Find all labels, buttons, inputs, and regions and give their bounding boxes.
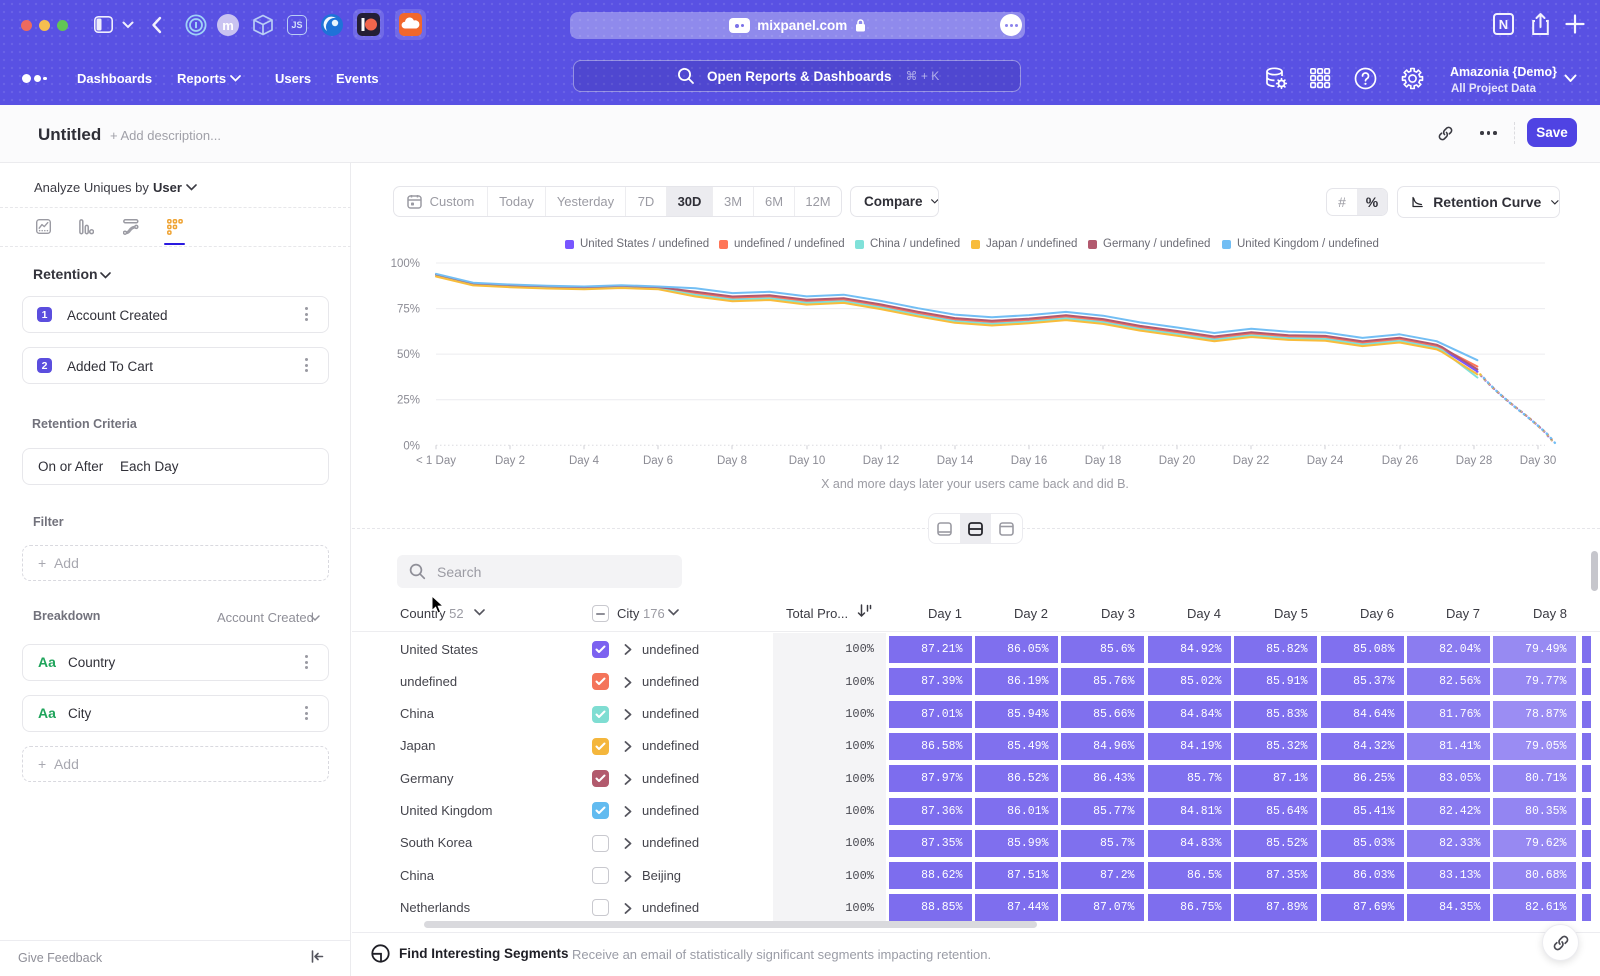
- svg-text:Day 18: Day 18: [1085, 455, 1121, 467]
- svg-text:Day 2: Day 2: [495, 455, 525, 467]
- svg-text:< 1 Day: < 1 Day: [416, 455, 456, 467]
- svg-text:Day 30: Day 30: [1520, 455, 1556, 467]
- svg-text:Day 6: Day 6: [643, 455, 673, 467]
- svg-text:Day 16: Day 16: [1011, 455, 1047, 467]
- svg-text:Day 24: Day 24: [1307, 455, 1344, 467]
- svg-text:25%: 25%: [397, 395, 420, 407]
- svg-text:100%: 100%: [391, 258, 420, 270]
- svg-text:Day 12: Day 12: [863, 455, 899, 467]
- svg-text:75%: 75%: [397, 304, 420, 316]
- svg-text:Day 20: Day 20: [1159, 455, 1195, 467]
- svg-text:Day 22: Day 22: [1233, 455, 1269, 467]
- svg-text:50%: 50%: [397, 349, 420, 361]
- svg-text:Day 28: Day 28: [1456, 455, 1492, 467]
- svg-text:Day 26: Day 26: [1382, 455, 1418, 467]
- svg-text:Day 8: Day 8: [717, 455, 747, 467]
- svg-text:Day 14: Day 14: [937, 455, 974, 467]
- svg-text:Day 10: Day 10: [789, 455, 825, 467]
- svg-text:0%: 0%: [403, 440, 420, 452]
- svg-text:Day 4: Day 4: [569, 455, 600, 467]
